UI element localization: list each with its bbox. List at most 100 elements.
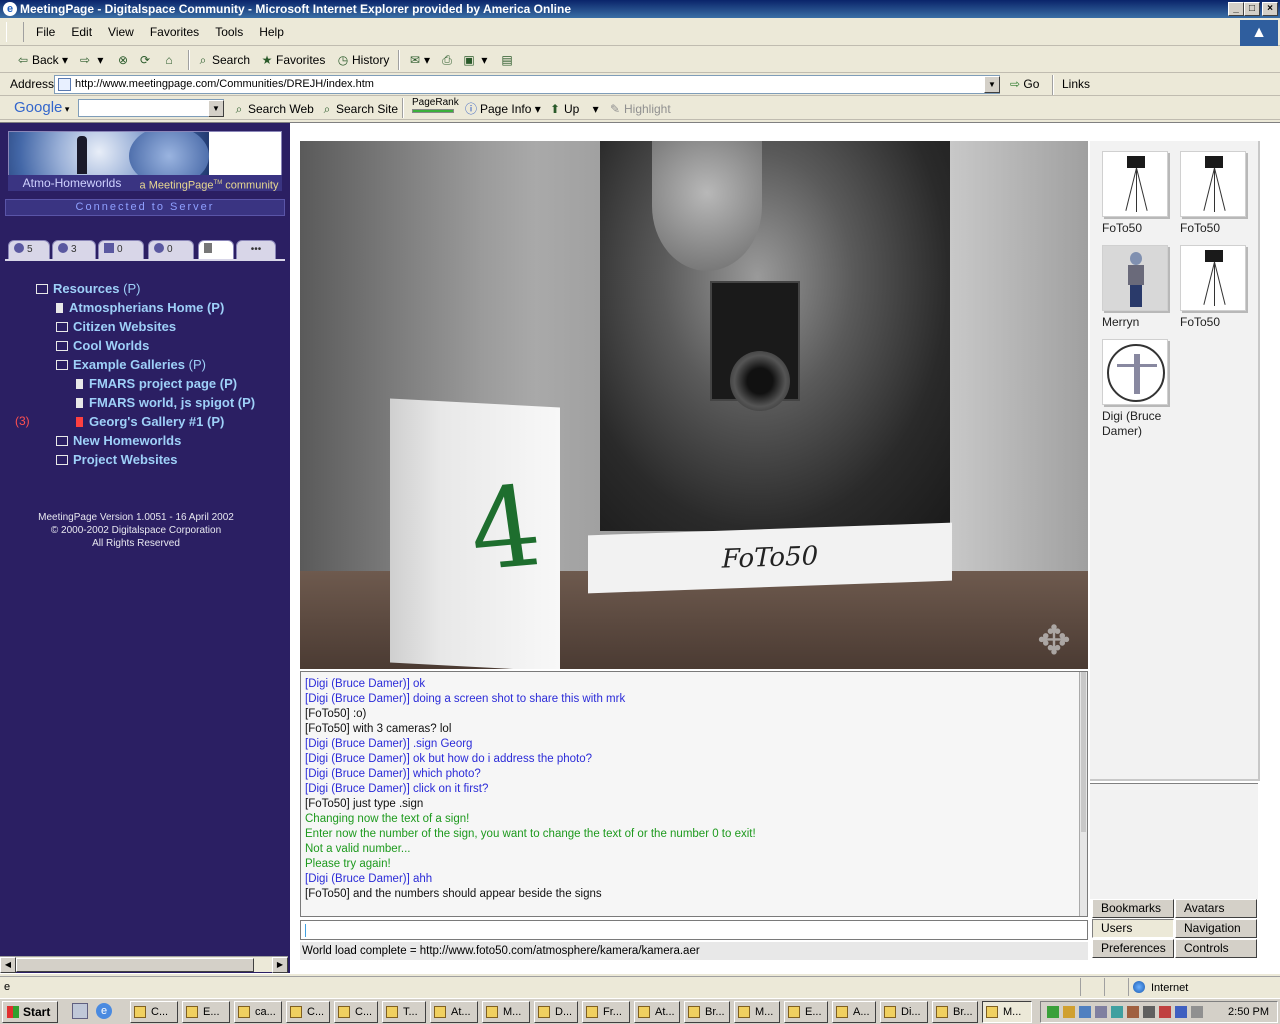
chat-scroll-thumb[interactable] bbox=[1081, 672, 1086, 832]
tree-item-project-websites[interactable]: Project Websites bbox=[56, 452, 178, 468]
tree-item-new-homeworlds[interactable]: New Homeworlds bbox=[56, 433, 181, 449]
edit-button[interactable]: ▣ ▾ bbox=[462, 51, 487, 69]
close-button[interactable]: × bbox=[1262, 2, 1278, 16]
left-horizontal-scrollbar[interactable]: ◀ ▶ bbox=[0, 956, 288, 973]
tree-item-atmospherians-home[interactable]: Atmospherians Home (P) bbox=[56, 300, 224, 316]
bookmarks-button[interactable]: Bookmarks bbox=[1092, 899, 1174, 918]
ie-quicklaunch-icon[interactable]: e bbox=[96, 1003, 112, 1019]
taskbar-item[interactable]: C... bbox=[286, 1001, 330, 1023]
tree-item-citizen-websites[interactable]: Citizen Websites bbox=[56, 319, 176, 335]
taskbar-item[interactable]: C... bbox=[130, 1001, 178, 1023]
avatar-foto50-1[interactable]: FoTo50 bbox=[1102, 151, 1168, 236]
taskbar-item[interactable]: A... bbox=[832, 1001, 876, 1023]
tray-icon[interactable] bbox=[1175, 1006, 1187, 1018]
minimize-button[interactable]: _ bbox=[1228, 2, 1244, 16]
clock[interactable]: 2:50 PM bbox=[1228, 1002, 1269, 1022]
scroll-right-button[interactable]: ▶ bbox=[272, 957, 288, 973]
taskbar-item[interactable]: M... bbox=[734, 1001, 780, 1023]
tray-icon[interactable] bbox=[1079, 1006, 1091, 1018]
tab-worlds[interactable]: 5 bbox=[8, 240, 50, 260]
scene-photo-panel[interactable] bbox=[600, 141, 950, 531]
tree-item-cool-worlds[interactable]: Cool Worlds bbox=[56, 338, 149, 354]
go-button[interactable]: ⇨ Go bbox=[1010, 77, 1039, 91]
address-input[interactable]: http://www.meetingpage.com/Communities/D… bbox=[54, 75, 1000, 94]
tab-users[interactable]: 3 bbox=[52, 240, 96, 260]
google-search-input[interactable] bbox=[78, 99, 224, 117]
taskbar-item-active[interactable]: M... bbox=[982, 1001, 1032, 1023]
avatar-merryn[interactable]: Merryn bbox=[1102, 245, 1168, 330]
start-button[interactable]: Start bbox=[2, 1001, 58, 1023]
volume-tray-icon[interactable] bbox=[1063, 1006, 1075, 1018]
address-dropdown-button[interactable]: ▼ bbox=[984, 76, 1000, 93]
move-arrows-icon[interactable]: ✥ bbox=[1024, 617, 1084, 665]
tab-network[interactable]: 0 bbox=[148, 240, 194, 260]
chat-input[interactable] bbox=[300, 920, 1088, 940]
taskbar-item[interactable]: At... bbox=[634, 1001, 680, 1023]
taskbar-item[interactable]: E... bbox=[784, 1001, 828, 1023]
maximize-button[interactable]: □ bbox=[1244, 2, 1260, 16]
controls-button[interactable]: Controls bbox=[1175, 939, 1257, 958]
links-button[interactable]: Links bbox=[1062, 77, 1090, 91]
tree-item-resources[interactable]: Resources (P) bbox=[36, 281, 140, 297]
discuss-button[interactable]: ▤ bbox=[500, 51, 516, 69]
taskbar-item[interactable]: T... bbox=[382, 1001, 426, 1023]
menu-view[interactable]: View bbox=[100, 18, 142, 46]
avatar-digi[interactable]: Digi (Bruce Damer) bbox=[1102, 339, 1168, 439]
taskbar-item[interactable]: E... bbox=[182, 1001, 230, 1023]
tree-item-fmars-project-page[interactable]: FMARS project page (P) bbox=[76, 376, 237, 392]
network-tray-icon[interactable] bbox=[1047, 1006, 1059, 1018]
menu-file[interactable]: File bbox=[28, 18, 63, 46]
scroll-thumb[interactable] bbox=[16, 958, 254, 972]
taskbar-item[interactable]: Di... bbox=[880, 1001, 928, 1023]
taskbar-item[interactable]: C... bbox=[334, 1001, 378, 1023]
navigation-button[interactable]: Navigation bbox=[1175, 919, 1257, 938]
chat-log[interactable]: [Digi (Bruce Damer)] ok [Digi (Bruce Dam… bbox=[300, 671, 1088, 917]
menu-favorites[interactable]: Favorites bbox=[142, 18, 207, 46]
taskbar-item[interactable]: D... bbox=[534, 1001, 578, 1023]
google-logo[interactable]: Google ▾ bbox=[14, 99, 69, 116]
print-button[interactable]: ⎙ bbox=[440, 51, 456, 69]
tab-messages[interactable]: 0 bbox=[98, 240, 144, 260]
tree-item-example-galleries[interactable]: Example Galleries (P) bbox=[56, 357, 206, 373]
home-button[interactable]: ⌂ bbox=[162, 51, 178, 69]
tray-icon[interactable] bbox=[1191, 1006, 1203, 1018]
highlight-button[interactable]: ✎ Highlight bbox=[608, 100, 671, 118]
taskbar-item[interactable]: Br... bbox=[684, 1001, 730, 1023]
tray-icon[interactable] bbox=[1159, 1006, 1171, 1018]
tray-icon[interactable] bbox=[1111, 1006, 1123, 1018]
taskbar-item[interactable]: At... bbox=[430, 1001, 478, 1023]
taskbar-item[interactable]: Fr... bbox=[582, 1001, 630, 1023]
avatar-foto50-2[interactable]: FoTo50 bbox=[1180, 151, 1246, 236]
show-desktop-icon[interactable] bbox=[72, 1003, 88, 1019]
avatars-button[interactable]: Avatars bbox=[1175, 899, 1257, 918]
taskbar-item[interactable]: ca... bbox=[234, 1001, 282, 1023]
tab-pages[interactable] bbox=[198, 240, 234, 260]
menu-edit[interactable]: Edit bbox=[63, 18, 100, 46]
menu-tools[interactable]: Tools bbox=[207, 18, 251, 46]
scene-sign-box[interactable]: 4 bbox=[390, 398, 560, 669]
forward-button[interactable]: ⇨ ▾ bbox=[78, 51, 103, 69]
page-info-button[interactable]: ⓘ Page Info ▾ bbox=[464, 100, 541, 118]
mail-button[interactable]: ✉ ▾ bbox=[408, 51, 430, 69]
favorites-button[interactable]: ★ Favorites bbox=[260, 51, 326, 69]
tree-item-georgs-gallery[interactable]: Georg's Gallery #1 (P) bbox=[76, 414, 224, 430]
tray-icon[interactable] bbox=[1143, 1006, 1155, 1018]
search-site-button[interactable]: ⌕ Search Site bbox=[320, 100, 398, 118]
taskbar-item[interactable]: Br... bbox=[932, 1001, 978, 1023]
3d-world-viewport[interactable]: FoTo50 4 ✥ bbox=[300, 141, 1088, 669]
tray-icon[interactable] bbox=[1127, 1006, 1139, 1018]
tree-item-fmars-world[interactable]: FMARS world, js spigot (P) bbox=[76, 395, 255, 411]
tab-more[interactable]: ••• bbox=[236, 240, 276, 260]
stop-button[interactable]: ⊗ bbox=[116, 51, 132, 69]
scroll-left-button[interactable]: ◀ bbox=[0, 957, 16, 973]
users-button[interactable]: Users bbox=[1092, 919, 1174, 938]
google-search-dropdown[interactable]: ▼ bbox=[208, 100, 224, 117]
up-button[interactable]: ⬆ Up ▾ bbox=[548, 100, 599, 118]
refresh-button[interactable]: ⟳ bbox=[138, 51, 154, 69]
menu-help[interactable]: Help bbox=[251, 18, 292, 46]
chat-scrollbar[interactable] bbox=[1079, 672, 1087, 916]
taskbar-item[interactable]: M... bbox=[482, 1001, 530, 1023]
history-button[interactable]: ◷ History bbox=[336, 51, 390, 69]
tray-icon[interactable] bbox=[1095, 1006, 1107, 1018]
preferences-button[interactable]: Preferences bbox=[1092, 939, 1174, 958]
